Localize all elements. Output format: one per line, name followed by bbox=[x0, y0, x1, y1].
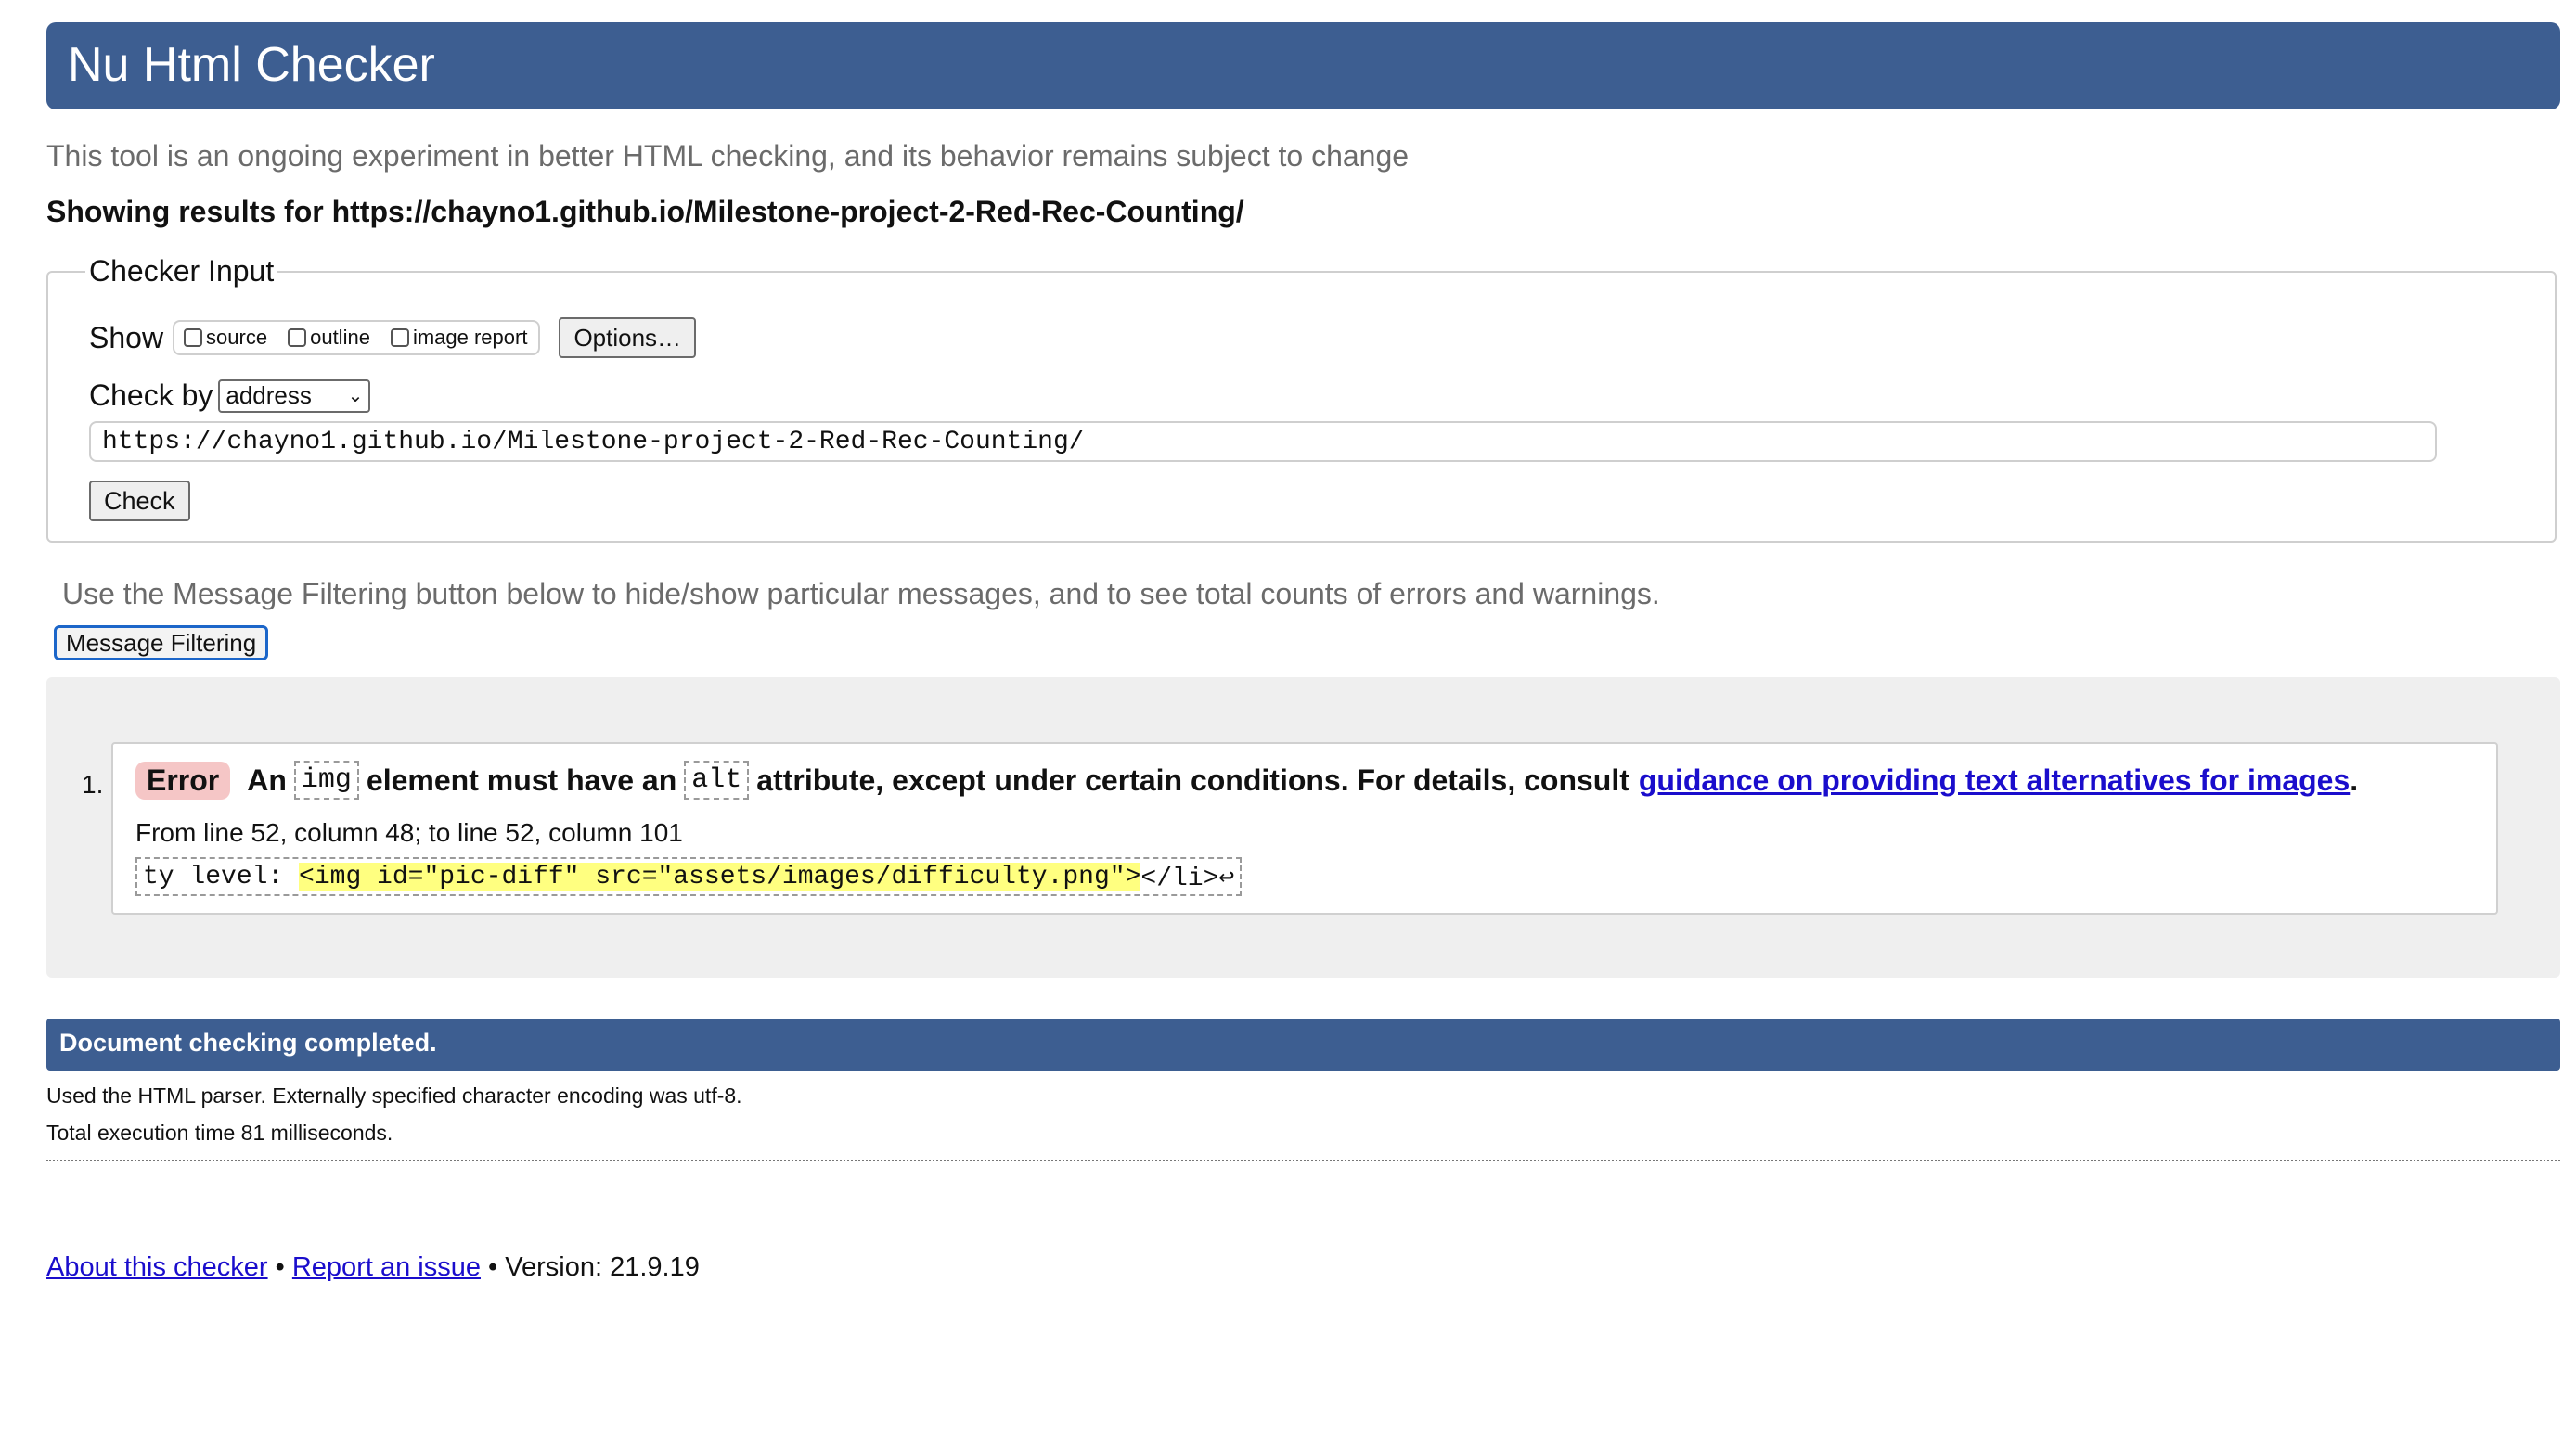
check-button[interactable]: Check bbox=[89, 481, 190, 521]
execution-time: Total execution time 81 milliseconds. bbox=[46, 1121, 393, 1145]
footer-separator: • bbox=[480, 1252, 506, 1282]
message-number: 1. bbox=[82, 770, 104, 799]
divider bbox=[46, 1160, 2560, 1161]
error-message-line: Error An img element must have an alt at… bbox=[135, 761, 2358, 800]
image-report-checkbox[interactable] bbox=[390, 328, 409, 347]
error-location: From line 52, column 48; to line 52, col… bbox=[135, 818, 683, 847]
outline-checkbox[interactable] bbox=[288, 328, 307, 347]
message-text: An bbox=[247, 763, 287, 797]
check-by-label: Check by bbox=[89, 378, 213, 412]
completion-title: Document checking completed. bbox=[59, 1029, 437, 1057]
message-text: attribute, except under certain conditio… bbox=[756, 763, 1629, 797]
parser-info: Used the HTML parser. Externally specifi… bbox=[46, 1083, 742, 1108]
message-text: . bbox=[2350, 763, 2359, 797]
source-extract: ty level: <img id="pic-diff" src="assets… bbox=[135, 857, 1243, 896]
show-label: Show bbox=[89, 320, 164, 354]
footer-separator: • bbox=[267, 1252, 292, 1282]
results-panel: 1. Error An img element must have an alt… bbox=[46, 677, 2560, 978]
check-by-row: Check by address ⌄ bbox=[89, 378, 371, 413]
checker-input-panel: Checker Input Show source outline image … bbox=[46, 254, 2557, 543]
outline-checkbox-label: outline bbox=[310, 326, 370, 349]
message-filtering-button[interactable]: Message Filtering bbox=[54, 625, 269, 660]
checker-input-legend: Checker Input bbox=[85, 254, 278, 288]
completion-banner: Document checking completed. bbox=[46, 1019, 2560, 1071]
page-header: Nu Html Checker bbox=[46, 22, 2560, 109]
options-button[interactable]: Options… bbox=[559, 317, 697, 358]
error-badge: Error bbox=[135, 761, 231, 800]
image-report-checkbox-label: image report bbox=[412, 326, 528, 349]
check-by-selected-value: address bbox=[225, 381, 312, 409]
about-checker-link[interactable]: About this checker bbox=[46, 1252, 268, 1283]
show-image-report-option[interactable]: image report bbox=[390, 326, 528, 350]
source-checkbox[interactable] bbox=[184, 328, 203, 347]
tool-description: This tool is an ongoing experiment in be… bbox=[46, 139, 1410, 173]
footer: About this checker • Report an issue • V… bbox=[46, 1252, 700, 1283]
check-by-select[interactable]: address ⌄ bbox=[218, 378, 371, 413]
show-checkbox-group: source outline image report bbox=[173, 320, 541, 355]
url-input[interactable]: https://chayno1.github.io/Milestone-proj… bbox=[89, 421, 2437, 462]
version-text: Version: 21.9.19 bbox=[505, 1252, 700, 1282]
message-text: element must have an bbox=[366, 763, 677, 797]
extract-after: </li>↩ bbox=[1140, 864, 1235, 893]
code-token-alt: alt bbox=[684, 761, 750, 800]
extract-before: ty level: bbox=[143, 862, 300, 891]
chevron-down-icon: ⌄ bbox=[347, 386, 364, 406]
error-message: Error An img element must have an alt at… bbox=[111, 742, 2498, 915]
report-issue-link[interactable]: Report an issue bbox=[292, 1252, 481, 1283]
extract-highlight: <img id="pic-diff" src="assets/images/di… bbox=[299, 862, 1141, 891]
source-checkbox-label: source bbox=[206, 326, 268, 349]
message-filtering-hint: Use the Message Filtering button below t… bbox=[62, 577, 1660, 610]
show-outline-option[interactable]: outline bbox=[288, 326, 370, 350]
showing-results-heading: Showing results for https://chayno1.gith… bbox=[46, 195, 1244, 228]
page: Nu Html Checker This tool is an ongoing … bbox=[0, 0, 2576, 1436]
code-token-img: img bbox=[293, 761, 359, 800]
guidance-link[interactable]: guidance on providing text alternatives … bbox=[1639, 763, 2350, 798]
show-options-row: Show source outline image report Options… bbox=[89, 317, 697, 358]
page-title: Nu Html Checker bbox=[68, 38, 435, 92]
show-source-option[interactable]: source bbox=[184, 326, 267, 350]
